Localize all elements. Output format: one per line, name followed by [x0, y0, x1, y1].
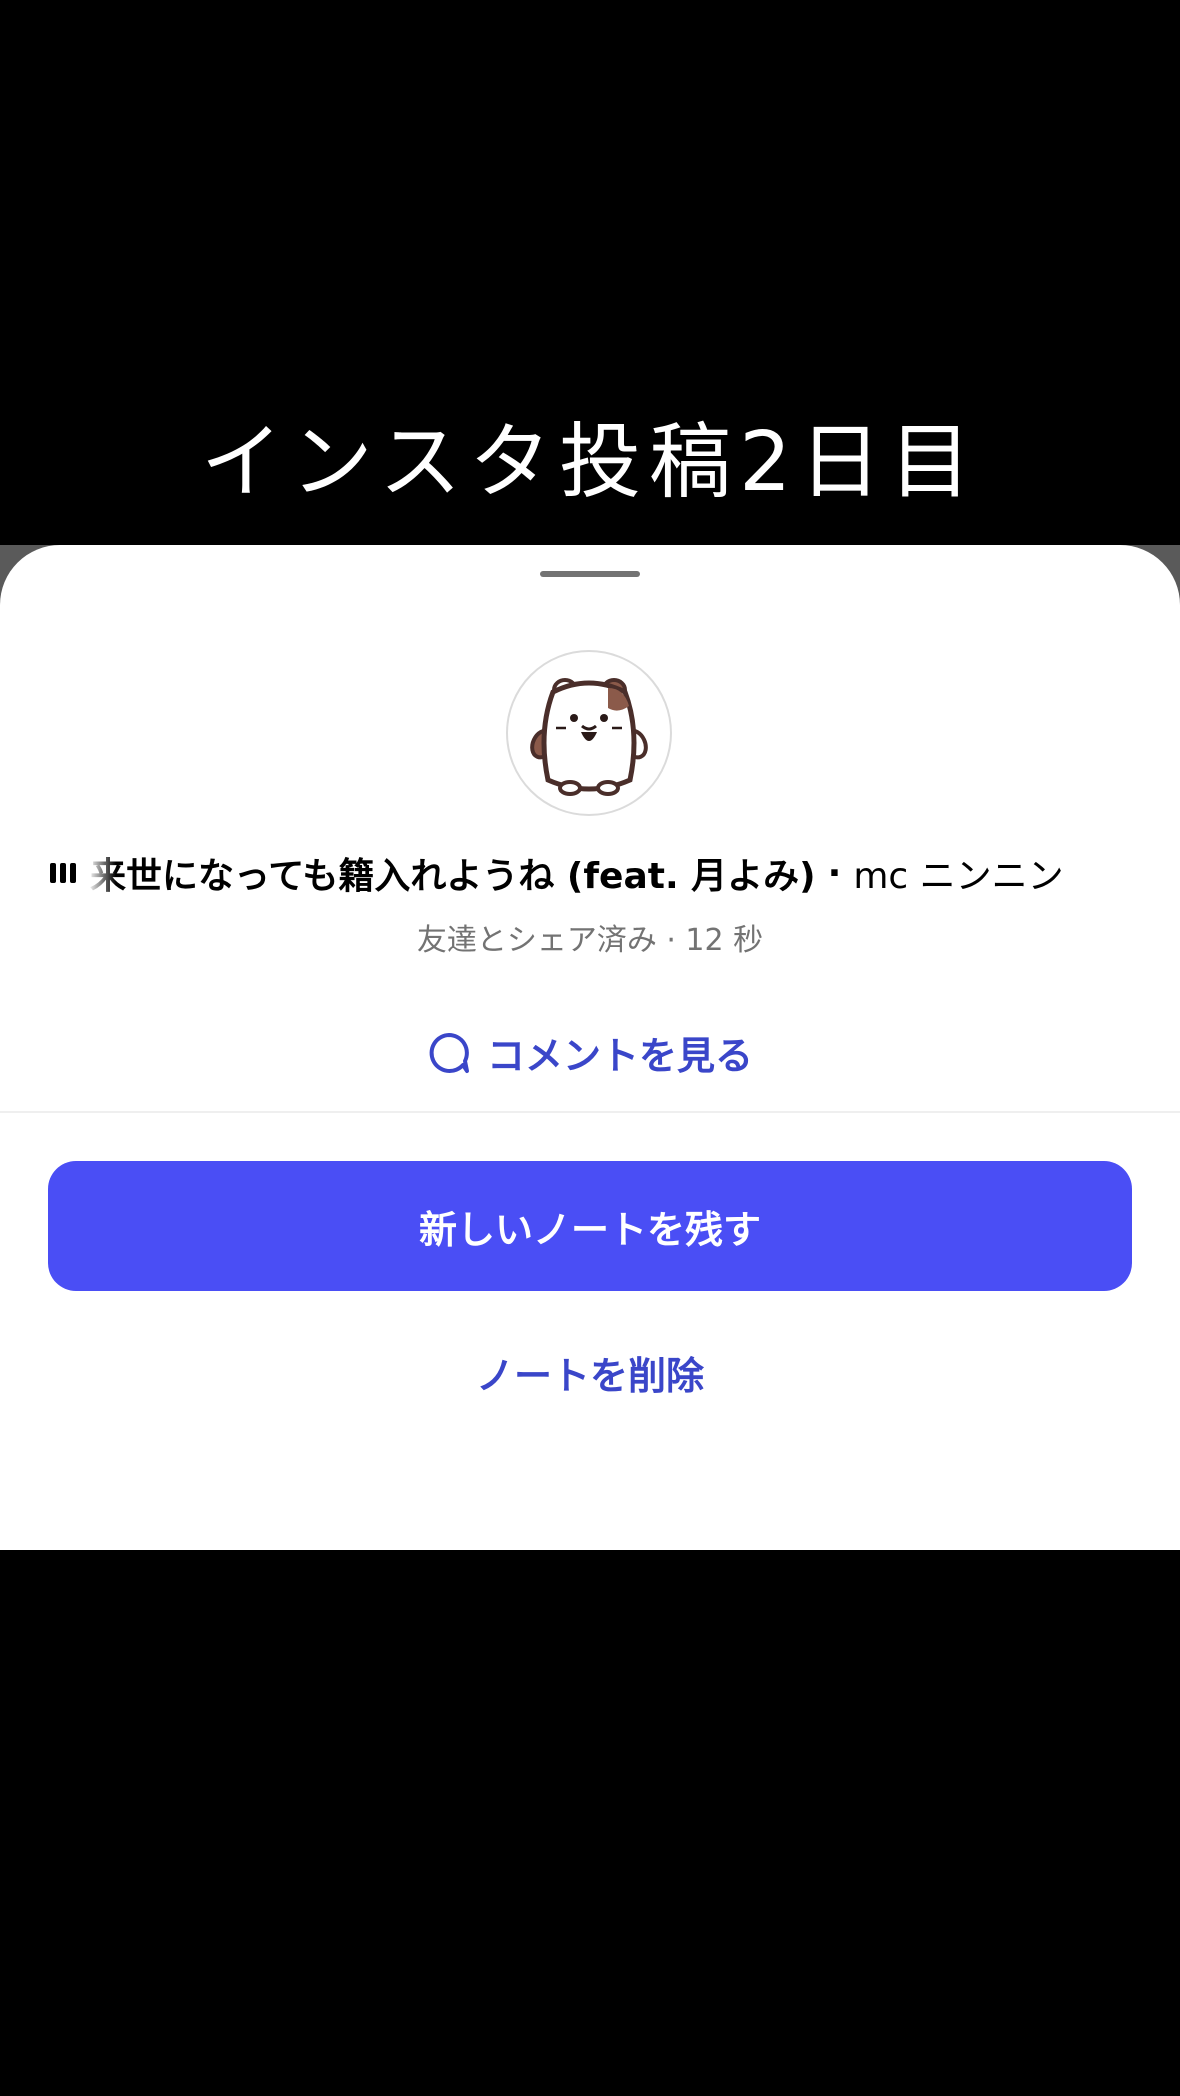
hamster-avatar-icon — [530, 678, 648, 796]
sheet-grabber-handle[interactable] — [540, 571, 640, 577]
view-comments-label: コメントを見る — [486, 1034, 753, 1078]
avatar[interactable] — [506, 650, 672, 816]
audio-bars-icon — [50, 863, 76, 883]
delete-note-button[interactable]: ノートを削除 — [0, 1345, 1180, 1400]
note-bottom-sheet: 来世になっても籍入れようね (feat. 月よみ) · mc ニンニン 友達とシ… — [0, 545, 1180, 1550]
speech-bubble-icon — [429, 1032, 469, 1073]
music-track-row[interactable]: 来世になっても籍入れようね (feat. 月よみ) · mc ニンニン — [50, 845, 1130, 901]
track-title: 来世になっても籍入れようね (feat. 月よみ) — [90, 856, 816, 897]
video-caption: インスタ投稿2日目 — [200, 415, 980, 510]
view-comments-button[interactable]: コメントを見る — [0, 1025, 1180, 1080]
share-meta: 友達とシェア済み · 12 秒 — [416, 923, 764, 958]
new-note-button[interactable]: 新しいノートを残す — [48, 1161, 1132, 1291]
divider — [0, 1111, 1180, 1113]
screen: インスタ投稿2日目 来世になっても籍入れようね (feat. 月よみ) · mc… — [0, 0, 1180, 2096]
track-artist: mc ニンニン — [853, 856, 1064, 897]
track-separator: · — [827, 852, 842, 894]
